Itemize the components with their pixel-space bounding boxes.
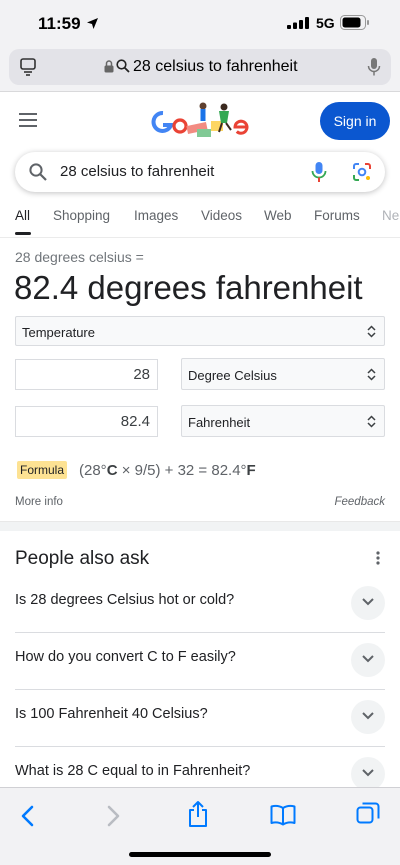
network-type: 5G (316, 15, 335, 31)
address-bar[interactable]: 28 celsius to fahrenheit (9, 49, 391, 85)
search-input[interactable]: 28 celsius to fahrenheit (60, 163, 214, 180)
tabs-divider (0, 237, 400, 238)
chevron-down-icon (362, 598, 374, 606)
more-info-link[interactable]: More info (15, 496, 63, 508)
home-indicator (129, 852, 271, 857)
from-unit-value: Degree Celsius (188, 368, 277, 383)
sign-in-button[interactable]: Sign in (320, 102, 390, 140)
category-select[interactable]: Temperature (15, 316, 385, 346)
expand-button[interactable] (351, 757, 385, 791)
conversion-answer: 82.4 degrees fahrenheit (14, 269, 363, 306)
search-icon (116, 59, 130, 73)
location-arrow-icon (87, 18, 98, 29)
lock-icon (104, 60, 114, 73)
conversion-question: 28 degrees celsius = (15, 249, 144, 265)
formula-part: (28° (79, 462, 107, 479)
chevron-down-icon (362, 712, 374, 720)
select-arrows-icon (367, 368, 376, 381)
feedback-link[interactable]: Feedback (334, 496, 385, 508)
more-options-icon[interactable] (376, 551, 380, 565)
formula-part: × 9/5) + 32 = 82.4° (117, 462, 247, 479)
question-text: How do you convert C to F easily? (15, 649, 236, 665)
search-icon (29, 163, 47, 181)
from-unit-select[interactable]: Degree Celsius (181, 358, 385, 390)
expand-button[interactable] (351, 586, 385, 620)
expand-button[interactable] (351, 700, 385, 734)
chevron-down-icon (362, 769, 374, 777)
hamburger-menu-icon[interactable] (19, 113, 37, 127)
battery-icon (340, 15, 369, 30)
tab-all[interactable]: All (15, 208, 30, 223)
question-row[interactable]: Is 28 degrees Celsius hot or cold? (15, 576, 385, 633)
people-also-ask-title: People also ask (15, 548, 150, 569)
tab-news-partial[interactable]: Ne (382, 208, 399, 223)
page-menu-icon[interactable] (20, 58, 36, 76)
status-time: 11:59 (38, 14, 81, 33)
share-icon[interactable] (187, 800, 209, 828)
from-value-input[interactable]: 28 (15, 359, 158, 390)
cellular-signal-icon (287, 17, 309, 29)
tab-shopping[interactable]: Shopping (53, 208, 110, 223)
question-text: Is 100 Fahrenheit 40 Celsius? (15, 706, 208, 722)
google-doodle-logo[interactable] (147, 99, 255, 145)
question-row[interactable]: How do you convert C to F easily? (15, 633, 385, 690)
question-row[interactable]: Is 100 Fahrenheit 40 Celsius? (15, 690, 385, 747)
url-text: 28 celsius to fahrenheit (133, 58, 298, 75)
tab-web[interactable]: Web (264, 208, 292, 223)
formula-text: (28°C × 9/5) + 32 = 82.4°F (79, 462, 256, 479)
search-tabs: All Shopping Images Videos Web Forums Ne (0, 206, 400, 236)
bookmarks-icon[interactable] (270, 804, 296, 826)
tab-videos[interactable]: Videos (201, 208, 242, 223)
formula-badge: Formula (17, 461, 68, 479)
tabs-icon[interactable] (356, 802, 380, 826)
microphone-icon[interactable] (367, 57, 381, 77)
forward-icon[interactable] (107, 805, 121, 827)
tab-images[interactable]: Images (134, 208, 178, 223)
chevron-down-icon (362, 655, 374, 663)
status-bar: 11:59 5G (0, 0, 400, 46)
formula-unit-f: F (246, 462, 256, 479)
tab-forums[interactable]: Forums (314, 208, 360, 223)
section-divider (0, 521, 400, 531)
expand-button[interactable] (351, 643, 385, 677)
to-value-input[interactable]: 82.4 (15, 406, 158, 437)
category-select-value: Temperature (22, 325, 95, 340)
browser-address-area: 28 celsius to fahrenheit (0, 46, 400, 92)
active-tab-indicator (15, 232, 31, 235)
back-icon[interactable] (20, 805, 34, 827)
question-text: What is 28 C equal to in Fahrenheit? (15, 763, 251, 779)
formula-unit-c: C (106, 462, 118, 479)
to-unit-value: Fahrenheit (188, 415, 251, 430)
question-text: Is 28 degrees Celsius hot or cold? (15, 592, 235, 608)
google-header: Sign in (0, 93, 400, 149)
voice-search-icon[interactable] (311, 161, 327, 183)
select-arrows-icon (367, 415, 376, 428)
google-lens-icon[interactable] (352, 162, 372, 182)
search-box[interactable]: 28 celsius to fahrenheit (15, 152, 385, 192)
select-arrows-icon (367, 325, 376, 338)
to-unit-select[interactable]: Fahrenheit (181, 405, 385, 437)
